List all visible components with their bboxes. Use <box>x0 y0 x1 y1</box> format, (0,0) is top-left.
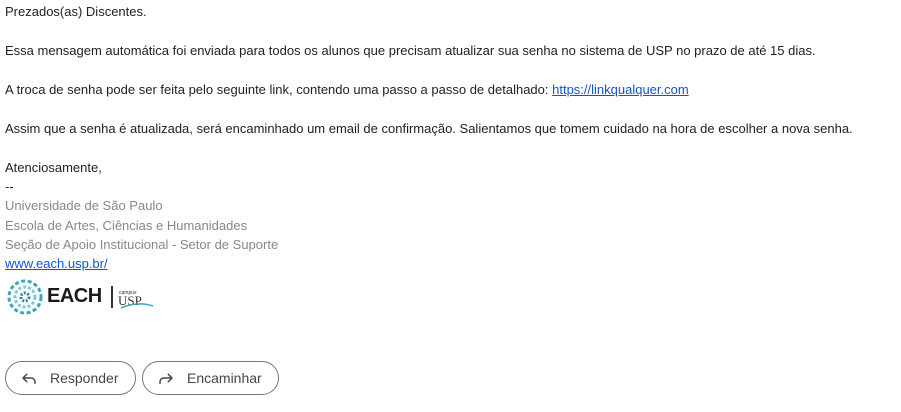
signature-section: Seção de Apoio Institucional - Setor de … <box>5 237 279 252</box>
signature-university: Universidade de São Paulo <box>5 198 163 213</box>
forward-button[interactable]: Encaminhar <box>142 361 279 395</box>
paragraph-2: A troca de senha pode ser feita pelo seg… <box>5 82 689 98</box>
logo-each-text: EACH <box>47 285 102 307</box>
password-link[interactable]: https://linkqualquer.com <box>552 82 689 97</box>
reply-label: Responder <box>50 370 119 386</box>
paragraph-2-text: A troca de senha pode ser feita pelo seg… <box>5 82 553 97</box>
each-emblem-icon <box>7 279 43 315</box>
logo-divider <box>111 286 113 308</box>
greeting: Prezados(as) Discentes. <box>5 4 147 19</box>
signature-school: Escola de Artes, Ciências e Humanidades <box>5 218 248 233</box>
paragraph-3: Assim que a senha é atualizada, será enc… <box>5 121 853 136</box>
each-usp-logo: EACH campus USP <box>5 276 155 318</box>
signature-website: www.each.usp.br/ <box>5 256 108 272</box>
website-link[interactable]: www.each.usp.br/ <box>5 256 108 271</box>
forward-label: Encaminhar <box>187 370 262 386</box>
paragraph-1: Essa mensagem automática foi enviada par… <box>5 43 816 58</box>
usp-logo-icon: campus USP <box>118 290 154 309</box>
reply-icon <box>22 373 36 384</box>
forward-icon <box>159 373 173 384</box>
reply-button[interactable]: Responder <box>5 361 136 395</box>
signature-separator: -- <box>5 179 14 194</box>
closing: Atenciosamente, <box>5 160 102 175</box>
